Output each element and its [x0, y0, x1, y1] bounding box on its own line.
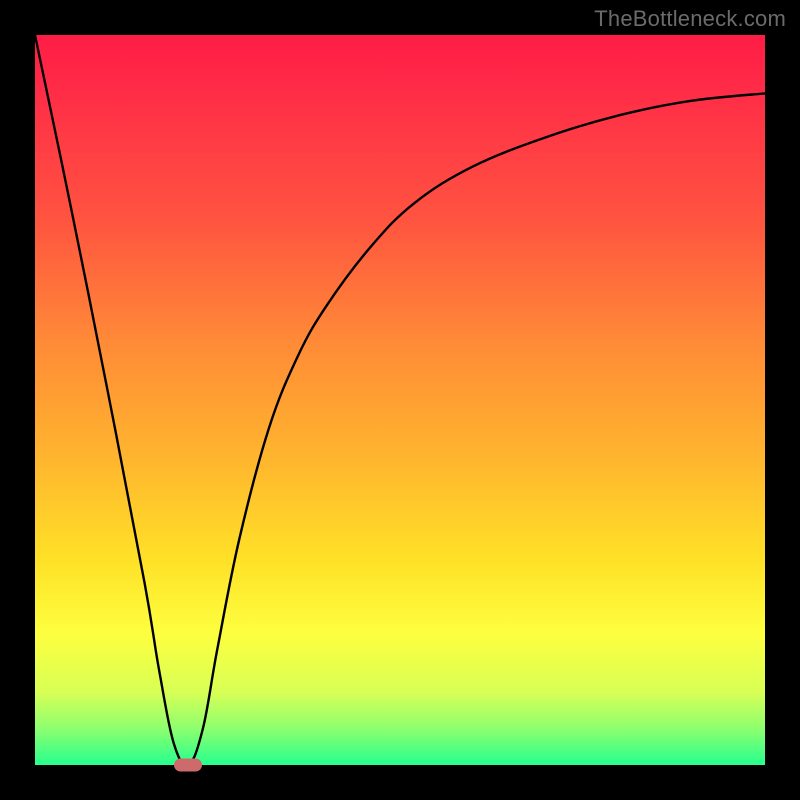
watermark-text: TheBottleneck.com — [594, 6, 786, 32]
optimal-marker — [174, 759, 202, 772]
bottleneck-curve — [35, 35, 765, 765]
chart-frame: TheBottleneck.com — [0, 0, 800, 800]
plot-area — [35, 35, 765, 765]
